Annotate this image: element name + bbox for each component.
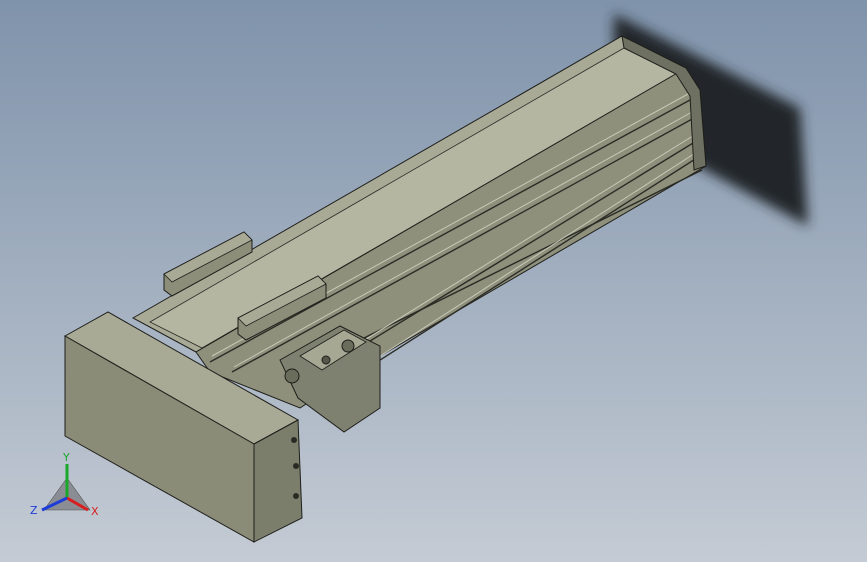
cad-viewport[interactable]: Y X Z (0, 0, 867, 562)
orientation-triad[interactable]: Y X Z (22, 448, 112, 528)
y-axis-label: Y (62, 451, 70, 464)
model-render[interactable] (0, 0, 867, 562)
x-axis-label: X (91, 505, 99, 518)
z-axis-label: Z (30, 504, 38, 517)
